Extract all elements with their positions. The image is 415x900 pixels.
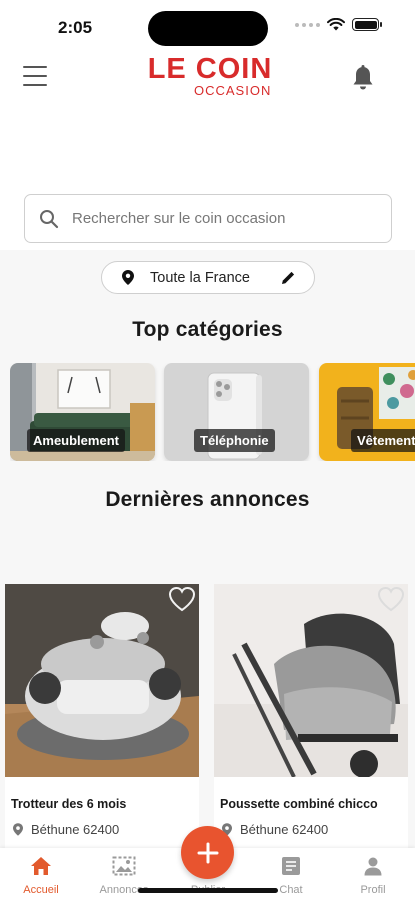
publish-button[interactable] (181, 826, 234, 879)
image-icon (112, 856, 136, 876)
edit-pencil-icon[interactable] (281, 270, 296, 285)
dynamic-island (148, 11, 268, 46)
listing-location: Béthune 62400 (222, 822, 328, 837)
wifi-icon (327, 18, 345, 31)
location-pin-icon (13, 823, 23, 836)
logo-sub-text: OCCASION (194, 83, 272, 98)
nav-label-home: Accueil (23, 884, 59, 896)
nav-label-profile: Profil (360, 884, 386, 896)
category-label: Téléphonie (194, 429, 275, 452)
menu-icon[interactable] (23, 66, 47, 86)
status-time: 2:05 (58, 18, 93, 37)
chat-icon (282, 857, 300, 875)
search-bar[interactable] (24, 194, 392, 243)
listing-location-text: Béthune 62400 (240, 822, 329, 837)
listing-card[interactable]: Trotteur des 6 mois Béthune 62400 (5, 584, 199, 854)
listing-photo (214, 584, 408, 777)
bell-icon[interactable] (350, 64, 376, 92)
top-categories-title: Top catégories (132, 318, 283, 341)
status-bar: 2:05 (0, 0, 415, 54)
search-input[interactable] (72, 210, 372, 227)
listing-photo (5, 584, 199, 777)
logo-main-text: LE COIN (147, 53, 273, 85)
favorite-heart-icon[interactable] (377, 586, 405, 612)
battery-icon (352, 18, 382, 31)
favorite-heart-icon[interactable] (168, 586, 196, 612)
nav-item-profile[interactable]: Profil (338, 856, 408, 896)
listing-location-text: Béthune 62400 (31, 822, 120, 837)
category-card-furniture[interactable]: Ameublement (10, 363, 155, 461)
listing-card[interactable]: Poussette combiné chicco Béthune 62400 (214, 584, 408, 854)
person-icon (364, 857, 382, 876)
status-icons (295, 18, 382, 31)
latest-listings-title: Dernières annonces (105, 488, 310, 511)
listing-title: Trotteur des 6 mois (11, 797, 127, 811)
categories-carousel[interactable]: Ameublement Téléphonie Vêtements (10, 363, 415, 461)
home-indicator (138, 888, 278, 893)
logo: LE COIN OCCASION (136, 54, 284, 98)
category-label: Vêtements (351, 429, 415, 452)
signal-icon (295, 22, 320, 27)
location-selector[interactable]: Toute la France (101, 261, 315, 294)
home-icon (31, 857, 51, 875)
location-label: Toute la France (150, 269, 250, 286)
listing-title: Poussette combiné chicco (220, 797, 378, 811)
nav-item-home[interactable]: Accueil (6, 856, 76, 896)
category-label: Ameublement (27, 429, 125, 452)
category-card-phones[interactable]: Téléphonie (164, 363, 309, 461)
listing-location: Béthune 62400 (13, 822, 119, 837)
plus-icon (197, 842, 218, 863)
location-pin-icon (122, 270, 134, 285)
category-card-clothes[interactable]: Vêtements (319, 363, 415, 461)
search-icon (40, 209, 59, 228)
